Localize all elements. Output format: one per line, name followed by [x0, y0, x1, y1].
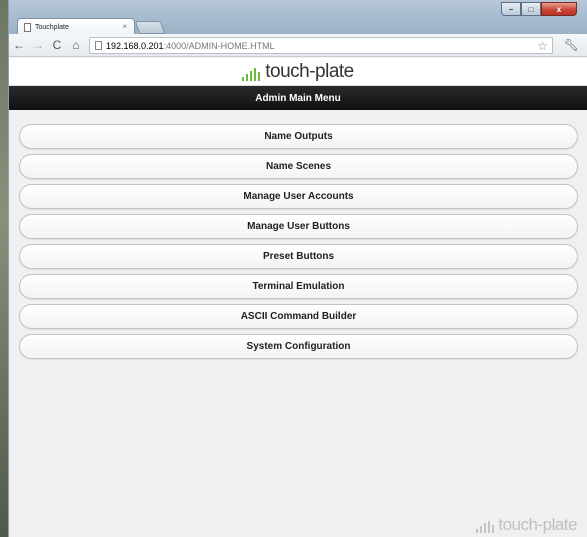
reload-icon[interactable]: C	[48, 36, 66, 54]
terminal-emulation-button[interactable]: Terminal Emulation	[19, 274, 578, 299]
window-controls: – □ x	[501, 2, 577, 17]
logo-bars-icon	[242, 67, 261, 81]
footer-logo-text: touch-plate	[498, 515, 577, 534]
tab-title: Touchplate	[35, 24, 69, 31]
browser-window: Touchplate × – □ x ← → C ⌂ 192.168.0.201…	[8, 0, 587, 537]
preset-buttons-button[interactable]: Preset Buttons	[19, 244, 578, 269]
minimize-button[interactable]: –	[501, 2, 521, 16]
url-path: :4000/ADMIN-HOME.HTML	[163, 40, 275, 51]
url-host: 192.168.0.201	[106, 40, 164, 51]
footer-logo-bars-icon	[476, 520, 495, 533]
wrench-icon[interactable]: 🔧︎	[564, 38, 579, 52]
admin-menu: Name Outputs Name Scenes Manage User Acc…	[9, 110, 587, 359]
manage-user-accounts-button[interactable]: Manage User Accounts	[19, 184, 578, 209]
touchplate-logo: touch-plate	[242, 60, 354, 82]
ascii-command-builder-button[interactable]: ASCII Command Builder	[19, 304, 578, 329]
logo-text: touch-plate	[265, 60, 354, 82]
browser-toolbar: ← → C ⌂ 192.168.0.201 :4000/ADMIN-HOME.H…	[9, 34, 587, 57]
system-configuration-button[interactable]: System Configuration	[19, 334, 578, 359]
maximize-button[interactable]: □	[521, 2, 541, 16]
back-arrow-icon[interactable]: ←	[10, 36, 28, 54]
home-icon[interactable]: ⌂	[67, 36, 85, 54]
page-title-bar: Admin Main Menu	[9, 86, 587, 110]
logo-bar: touch-plate	[9, 58, 587, 86]
name-outputs-button[interactable]: Name Outputs	[19, 124, 578, 149]
star-icon[interactable]: ☆	[537, 39, 548, 53]
tab-close-icon[interactable]: ×	[122, 22, 127, 31]
tab-strip: Touchplate × – □ x	[9, 0, 587, 36]
page-content: touch-plate Admin Main Menu Name Outputs…	[9, 58, 587, 537]
page-icon	[24, 23, 31, 32]
footer-logo: touch-plate	[476, 515, 577, 534]
name-scenes-button[interactable]: Name Scenes	[19, 154, 578, 179]
page-title: Admin Main Menu	[255, 92, 341, 104]
page-icon	[95, 41, 102, 50]
forward-arrow-icon[interactable]: →	[29, 36, 47, 54]
new-tab-button[interactable]	[134, 21, 166, 34]
address-bar[interactable]: 192.168.0.201 :4000/ADMIN-HOME.HTML ☆	[89, 37, 553, 54]
close-window-button[interactable]: x	[541, 2, 577, 16]
manage-user-buttons-button[interactable]: Manage User Buttons	[19, 214, 578, 239]
